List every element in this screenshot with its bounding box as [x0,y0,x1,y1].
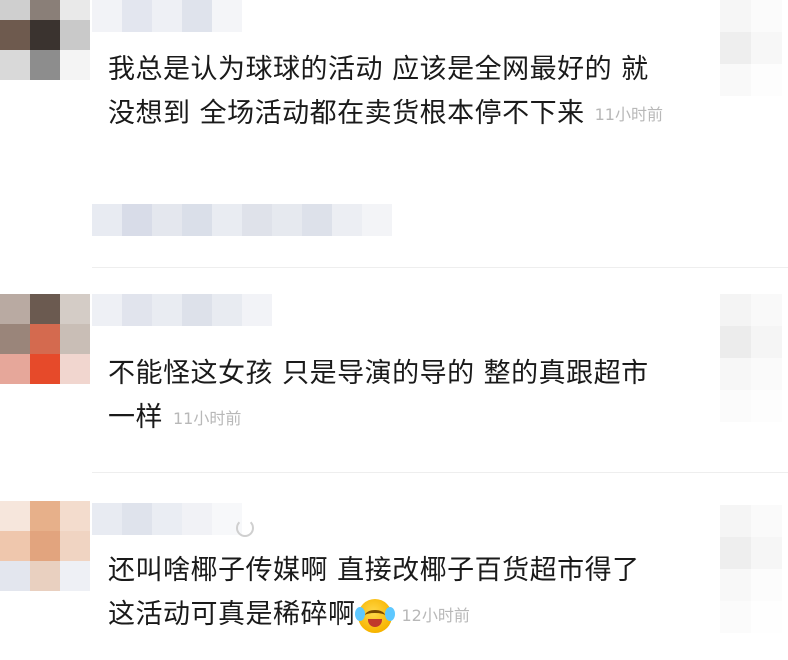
comment-item[interactable]: 还叫啥椰子传媒啊 直接改椰子百货超市得了 这活动可真是稀碎啊 12小时前 [0,473,788,660]
like-button[interactable] [720,0,782,96]
username-pixelated-icon [92,0,242,32]
username-pixelated-icon [92,503,242,535]
avatar[interactable] [0,294,90,384]
avatar[interactable] [0,501,90,591]
timestamp: 11小时前 [594,104,663,124]
comment-text-line: 一样 11小时前 [108,396,708,441]
avatar-pixelated-icon [0,0,90,80]
comment-text-line: 没想到 全场活动都在卖货根本停不下来 11小时前 [108,92,708,137]
comment-text-line: 这活动可真是稀碎啊 12小时前 [108,593,708,638]
timestamp: 11小时前 [173,408,242,428]
comment-text-line: 不能怪这女孩 只是导演的导的 整的真跟超市 [108,358,649,389]
like-button[interactable] [720,505,782,633]
laughing-crying-emoji-icon [354,598,395,633]
comment-item[interactable]: 不能怪这女孩 只是导演的导的 整的真跟超市 一样 11小时前 [0,268,788,473]
comment-text-line: 我总是认为球球的活动 应该是全网最好的 就 [108,54,649,85]
comment-text: 还叫啥椰子传媒啊 直接改椰子百货超市得了 这活动可真是稀碎啊 12小时前 [108,549,708,638]
comment-item[interactable]: 我总是认为球球的活动 应该是全网最好的 就 没想到 全场活动都在卖货根本停不下来… [0,0,788,268]
comment-text-segment: 没想到 全场活动都在卖货根本停不下来 [108,98,585,129]
timestamp: 12小时前 [401,605,470,625]
comment-text: 我总是认为球球的活动 应该是全网最好的 就 没想到 全场活动都在卖货根本停不下来… [108,48,708,137]
like-pixelated-icon [720,294,782,422]
badge-icon [236,519,254,537]
like-pixelated-icon [720,505,782,633]
comment-text-segment: 这活动可真是稀碎啊 [108,599,356,630]
comment-text-line: 还叫啥椰子传媒啊 直接改椰子百货超市得了 [108,555,640,586]
like-pixelated-icon [720,0,782,96]
comment-text: 不能怪这女孩 只是导演的导的 整的真跟超市 一样 11小时前 [108,352,708,441]
username-pixelated-icon [92,294,272,326]
like-button[interactable] [720,294,782,422]
comment-text-segment: 一样 [108,402,163,433]
reply-pixelated-icon [92,204,392,236]
avatar[interactable] [0,0,90,80]
avatar-pixelated-icon [0,501,90,591]
avatar-pixelated-icon [0,294,90,384]
